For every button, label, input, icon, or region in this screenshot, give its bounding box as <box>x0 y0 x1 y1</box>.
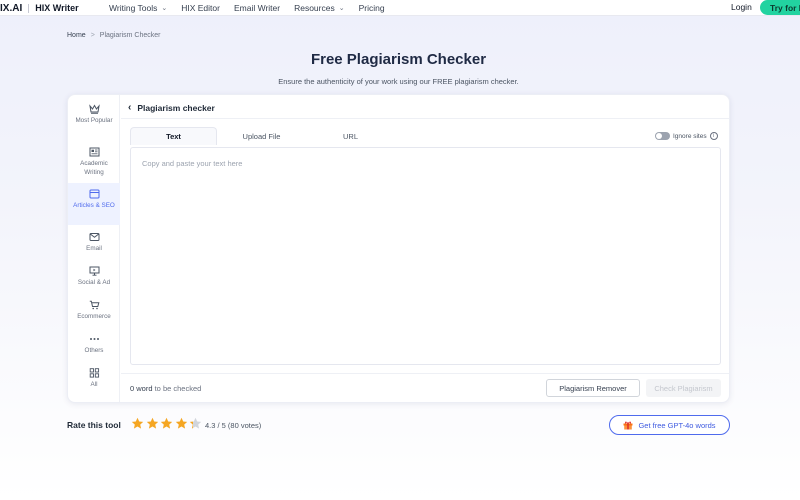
sidebar-item-label: Articles & SEO <box>73 202 115 209</box>
nav-link-label: Resources <box>294 3 335 13</box>
tool-header: ‹ Plagiarism checker <box>128 102 215 113</box>
ignore-sites-toggle[interactable] <box>655 132 670 140</box>
text-input[interactable] <box>130 147 721 365</box>
word-count-suffix: to be checked <box>152 384 202 393</box>
nav-link-pricing[interactable]: Pricing <box>359 3 385 13</box>
sidebar-item-articles-seo[interactable]: Articles & SEO <box>68 183 120 225</box>
sidebar-item-label: Others <box>84 347 104 354</box>
sidebar-item-label: Ecommerce <box>77 313 111 320</box>
nav-link-email-writer[interactable]: Email Writer <box>234 3 280 13</box>
star-icon[interactable] <box>146 417 159 430</box>
nav-links: Writing Tools ⌄ HIX Editor Email Writer … <box>109 0 399 16</box>
page-title: Free Plagiarism Checker <box>310 51 487 68</box>
cart-icon <box>89 300 100 310</box>
browser-window-icon <box>89 189 100 199</box>
sidebar-item-academic-writing[interactable]: Academic Writing <box>68 141 120 183</box>
check-plagiarism-button[interactable]: Check Plagiarism <box>646 379 721 397</box>
nav-link-label: HIX Editor <box>181 3 220 13</box>
input-tabs: Text Upload File URL <box>130 127 721 145</box>
sidebar-item-label: Most Popular <box>75 117 113 124</box>
sidebar-item-label: Email <box>86 245 102 252</box>
nav-link-hix-editor[interactable]: HIX Editor <box>181 3 220 13</box>
newspaper-icon <box>89 147 100 157</box>
get-free-gpt-words-button[interactable]: Get free GPT-4o words <box>609 415 730 435</box>
word-count-value: 0 word <box>130 384 153 393</box>
page-subtitle: Ensure the authenticity of your work usi… <box>278 77 519 86</box>
gpt-button-label: Get free GPT-4o words <box>638 420 716 430</box>
plagiarism-remover-button[interactable]: Plagiarism Remover <box>546 379 640 397</box>
star-icon[interactable] <box>131 417 144 430</box>
star-icon[interactable] <box>175 417 188 430</box>
grid-icon <box>89 368 100 378</box>
nav-link-writing-tools[interactable]: Writing Tools ⌄ <box>109 3 167 13</box>
nav-link-label: Pricing <box>358 3 385 13</box>
nav-link-label: Writing Tools <box>109 3 158 13</box>
sidebar-item-most-popular[interactable]: Most Popular <box>68 98 120 140</box>
ellipsis-icon <box>89 334 100 344</box>
breadcrumb-home[interactable]: Home <box>67 32 86 39</box>
logo-divider <box>28 3 30 13</box>
breadcrumb: Home > Plagiarism Checker <box>67 32 160 39</box>
envelope-icon <box>89 232 100 242</box>
chevron-down-icon: ⌄ <box>338 5 345 12</box>
chevron-down-icon: ⌄ <box>161 5 168 12</box>
logo[interactable]: IX.AI HIX Writer <box>0 0 79 16</box>
login-link[interactable]: Login <box>731 2 752 12</box>
logo-text: IX.AI <box>0 2 23 14</box>
word-count: 0 word to be checked <box>130 384 201 393</box>
footer-divider <box>121 373 729 374</box>
crown-icon <box>88 104 100 114</box>
nav-link-label: Email Writer <box>233 3 281 13</box>
monitor-icon <box>89 266 100 276</box>
try-for-free-button[interactable]: Try for F <box>760 0 800 15</box>
tab-url[interactable]: URL <box>306 127 395 145</box>
top-nav: IX.AI HIX Writer Writing Tools ⌄ HIX Edi… <box>0 0 800 16</box>
sidebar-item-all[interactable]: All <box>68 362 120 404</box>
sidebar-item-label: Social & Ad <box>77 279 111 286</box>
tab-upload-file[interactable]: Upload File <box>217 127 306 145</box>
sidebar-item-label: Academic Writing <box>80 160 108 176</box>
sidebar-item-label: All <box>90 381 98 388</box>
rating-text: 4.3 / 5 (80 votes) <box>205 421 262 430</box>
info-icon[interactable]: i <box>709 132 718 140</box>
star-icon[interactable] <box>160 417 173 430</box>
breadcrumb-separator: > <box>90 32 95 39</box>
nav-link-resources[interactable]: Resources ⌄ <box>294 3 345 13</box>
tab-text[interactable]: Text <box>130 127 217 145</box>
product-name: HIX Writer <box>35 3 79 13</box>
category-sidebar: Most Popular Academic Writing Articles &… <box>68 95 120 402</box>
breadcrumb-current: Plagiarism Checker <box>99 32 161 39</box>
star-icon[interactable] <box>189 417 202 430</box>
rate-tool-label: Rate this tool <box>67 420 121 430</box>
star-rating <box>131 417 204 430</box>
ignore-sites-control: Ignore sites i <box>655 132 718 140</box>
tool-card: Most Popular Academic Writing Articles &… <box>67 94 730 403</box>
ignore-sites-label: Ignore sites <box>673 132 707 140</box>
tool-title: Plagiarism checker <box>137 102 215 113</box>
gift-icon <box>623 421 633 429</box>
header-divider <box>121 118 729 119</box>
back-arrow-icon[interactable]: ‹ <box>128 102 131 113</box>
